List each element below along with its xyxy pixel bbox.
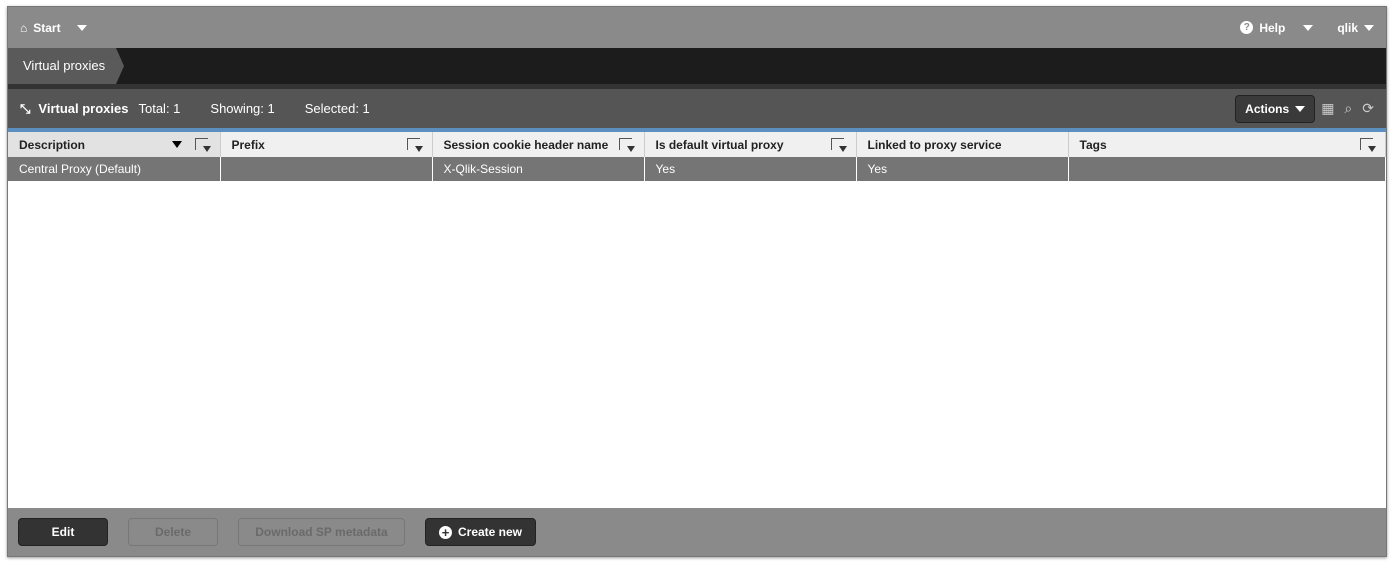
page-title: Virtual proxies bbox=[38, 101, 129, 116]
chevron-down-icon bbox=[1303, 24, 1314, 31]
qmc-window: ⌂ Start ? Help qlik Virtual proxies ⤡ Virt… bbox=[7, 6, 1387, 557]
action-bar: Edit Delete Download SP metadata + Create… bbox=[8, 508, 1386, 556]
plus-circle-icon: + bbox=[438, 525, 452, 539]
filter-icon[interactable] bbox=[194, 138, 211, 152]
actions-button[interactable]: Actions bbox=[1235, 94, 1316, 123]
create-new-label: Create new bbox=[457, 525, 523, 539]
column-header-is-default[interactable]: Is default virtual proxy bbox=[644, 132, 857, 157]
user-label: qlik bbox=[1337, 20, 1358, 35]
start-label: Start bbox=[33, 20, 61, 35]
header-label: Is default virtual proxy bbox=[655, 137, 784, 152]
showing-count: Showing: 1 bbox=[210, 101, 275, 116]
chevron-down-icon bbox=[1295, 105, 1306, 112]
filter-icon[interactable] bbox=[1360, 138, 1376, 152]
column-selector-icon[interactable]: ▦ bbox=[1321, 100, 1334, 117]
selected-count: Selected: 1 bbox=[304, 101, 370, 116]
filter-icon[interactable] bbox=[406, 138, 423, 152]
search-icon[interactable]: ⌕ bbox=[1344, 100, 1352, 117]
header-label: Tags bbox=[1079, 137, 1107, 152]
home-icon: ⌂ bbox=[20, 20, 28, 35]
breadcrumb-virtual-proxies[interactable]: Virtual proxies bbox=[8, 48, 124, 84]
user-menu[interactable]: qlik bbox=[1337, 21, 1374, 35]
refresh-icon[interactable]: ⟳ bbox=[1362, 100, 1374, 117]
start-menu[interactable]: ⌂ Start bbox=[20, 21, 87, 35]
column-header-tags[interactable]: Tags bbox=[1068, 132, 1386, 157]
download-sp-metadata-button[interactable]: Download SP metadata bbox=[238, 518, 405, 546]
header-label: Description bbox=[19, 137, 86, 152]
virtual-proxy-icon: ⤡ bbox=[20, 100, 31, 116]
breadcrumb: Virtual proxies bbox=[8, 48, 1386, 84]
top-bar: ⌂ Start ? Help qlik bbox=[8, 7, 1386, 48]
filter-icon[interactable] bbox=[830, 138, 847, 152]
cell-description[interactable]: Central Proxy (Default) bbox=[8, 157, 221, 181]
list-toolbar: ⤡ Virtual proxies Total: 1 Showing: 1 Se… bbox=[8, 89, 1386, 128]
cell-linked[interactable]: Yes bbox=[856, 157, 1069, 181]
cell-tags[interactable] bbox=[1068, 157, 1386, 181]
help-menu[interactable]: ? Help bbox=[1240, 20, 1314, 35]
header-label: Prefix bbox=[231, 137, 265, 152]
actions-label: Actions bbox=[1245, 101, 1290, 116]
column-header-description[interactable]: Description bbox=[8, 132, 221, 157]
help-icon: ? bbox=[1240, 21, 1254, 34]
header-label: Session cookie header name bbox=[443, 137, 609, 152]
total-count: Total: 1 bbox=[138, 101, 181, 116]
column-header-session-cookie[interactable]: Session cookie header name bbox=[432, 132, 645, 157]
table-row[interactable]: Central Proxy (Default) X-Qlik-Session Y… bbox=[8, 157, 1386, 181]
column-header-prefix[interactable]: Prefix bbox=[220, 132, 433, 157]
header-label: Linked to proxy service bbox=[867, 137, 1002, 152]
chevron-down-icon bbox=[76, 24, 87, 31]
cell-is-default[interactable]: Yes bbox=[644, 157, 857, 181]
chevron-down-icon bbox=[1364, 24, 1374, 31]
cell-session-cookie[interactable]: X-Qlik-Session bbox=[432, 157, 645, 181]
edit-button[interactable]: Edit bbox=[18, 518, 108, 546]
delete-button[interactable]: Delete bbox=[128, 518, 218, 546]
create-new-button[interactable]: + Create new bbox=[425, 518, 536, 546]
cell-prefix[interactable] bbox=[220, 157, 433, 181]
help-label: Help bbox=[1259, 20, 1286, 35]
sort-desc-icon[interactable] bbox=[171, 141, 182, 148]
virtual-proxies-table: Description Prefix Session cookie header… bbox=[8, 132, 1386, 181]
column-header-linked[interactable]: Linked to proxy service bbox=[856, 132, 1069, 157]
filter-icon[interactable] bbox=[618, 138, 635, 152]
